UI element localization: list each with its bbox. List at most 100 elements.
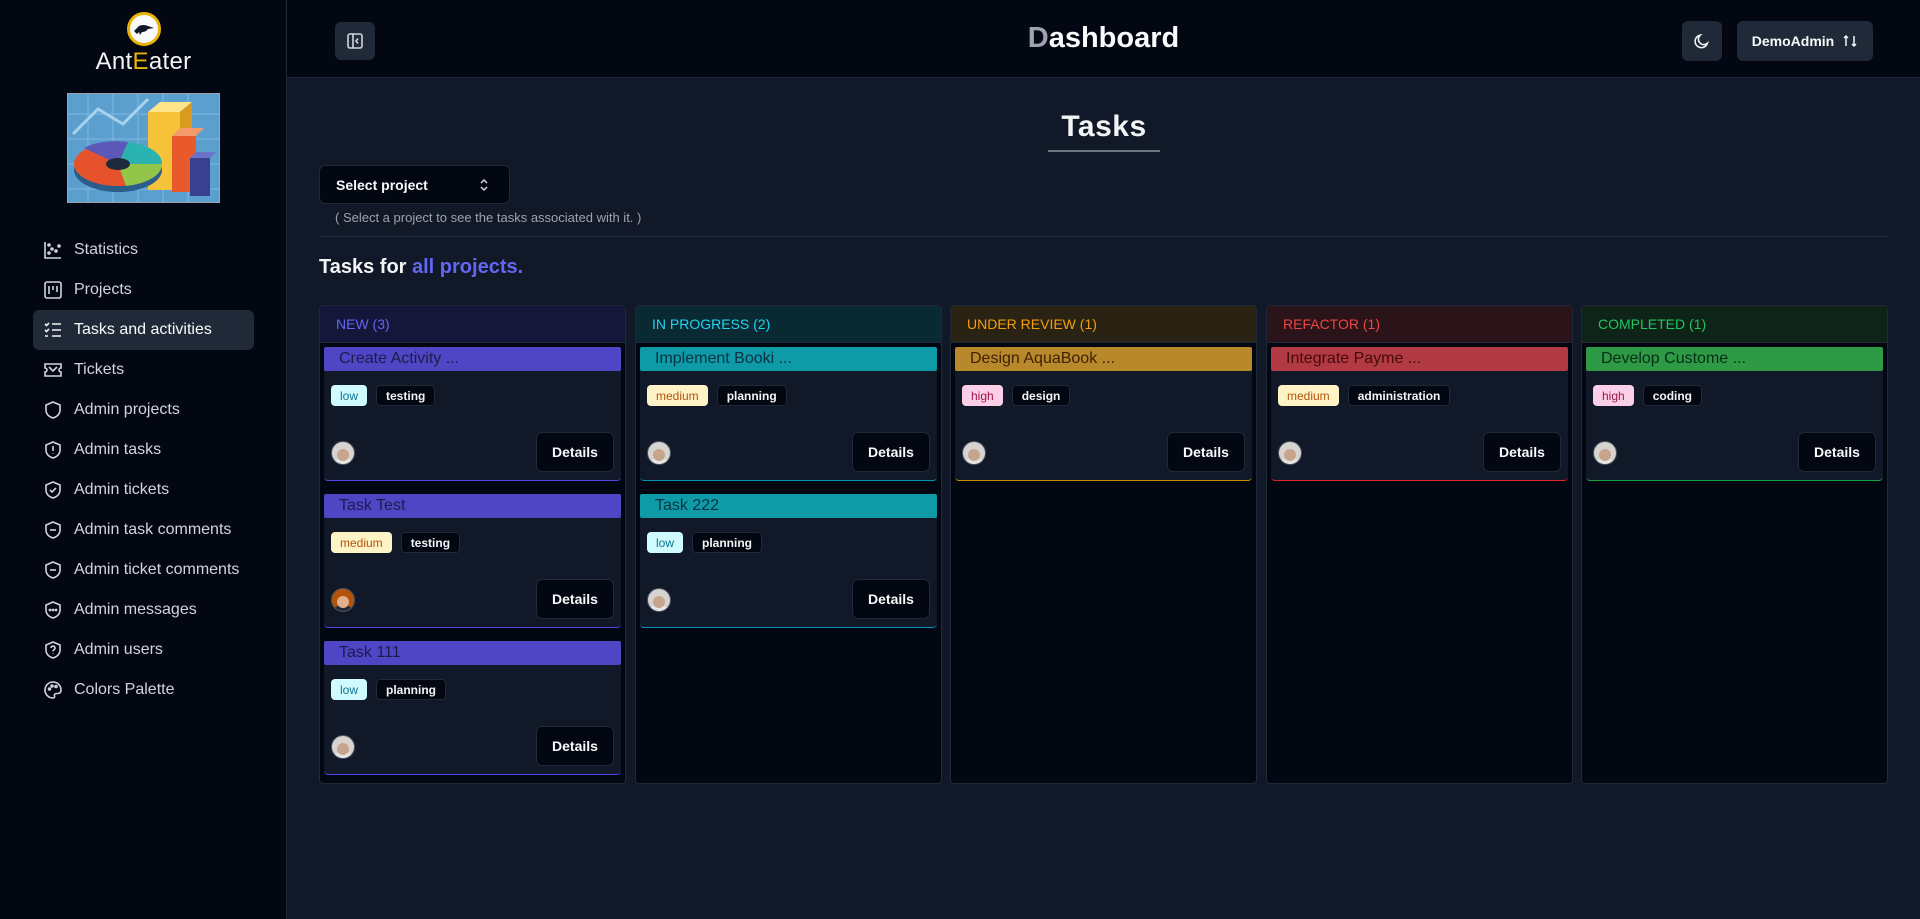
details-button[interactable]: Details xyxy=(536,726,614,766)
shield-check-icon xyxy=(43,480,63,500)
details-button[interactable]: Details xyxy=(1483,432,1561,472)
sidebar-item-label: Admin projects xyxy=(74,401,180,418)
details-button[interactable]: Details xyxy=(536,432,614,472)
select-hint: ( Select a project to see the tasks asso… xyxy=(335,210,642,225)
avatar[interactable] xyxy=(647,588,671,612)
task-card[interactable]: Implement Booki ... medium planning Details xyxy=(640,347,937,481)
tickets-icon xyxy=(43,360,63,380)
sidebar-item-admin-projects[interactable]: Admin projects xyxy=(33,390,254,430)
category-badge: planning xyxy=(376,679,447,700)
project-select[interactable]: Select project xyxy=(319,165,510,204)
task-tags: low testing xyxy=(331,385,436,406)
priority-badge: medium xyxy=(331,532,392,553)
column-header: COMPLETED (1) xyxy=(1582,306,1887,343)
avatar[interactable] xyxy=(331,441,355,465)
sidebar-item-admin-messages[interactable]: Admin messages xyxy=(33,590,254,630)
task-card[interactable]: Task Test medium testing Details xyxy=(324,494,621,628)
category-badge: planning xyxy=(692,532,763,553)
sidebar-item-label: Colors Palette xyxy=(74,681,175,698)
column-header: REFACTOR (1) xyxy=(1267,306,1572,343)
column-new: NEW (3) Create Activity ... low testing Deta… xyxy=(319,305,626,784)
sidebar-item-projects[interactable]: Projects xyxy=(33,270,254,310)
sidebar-item-tasks-and-activities[interactable]: Tasks and activities xyxy=(33,310,254,350)
details-button[interactable]: Details xyxy=(1798,432,1876,472)
top-header: Dashboard DemoAdmin xyxy=(287,0,1920,78)
task-card[interactable]: Integrate Payme ... medium administration D… xyxy=(1271,347,1568,481)
details-button[interactable]: Details xyxy=(852,432,930,472)
sidebar-item-label: Admin task comments xyxy=(74,521,232,538)
sidebar-item-label: Admin tasks xyxy=(74,441,162,458)
user-menu-button[interactable]: DemoAdmin xyxy=(1737,21,1873,61)
brand[interactable]: AntEater xyxy=(0,12,287,76)
task-tags: medium planning xyxy=(647,385,787,406)
sidebar-item-admin-tickets[interactable]: Admin tickets xyxy=(33,470,254,510)
details-button[interactable]: Details xyxy=(852,579,930,619)
task-tags: medium testing xyxy=(331,532,461,553)
column-header: UNDER REVIEW (1) xyxy=(951,306,1256,343)
column-under-review: UNDER REVIEW (1) Design AquaBook ... high d… xyxy=(950,305,1257,784)
category-badge: coding xyxy=(1642,385,1703,406)
sidebar-item-admin-tasks[interactable]: Admin tasks xyxy=(33,430,254,470)
task-title: Task 111 xyxy=(324,641,621,665)
avatar[interactable] xyxy=(1593,441,1617,465)
anteater-logo-icon xyxy=(126,12,161,46)
sidebar-item-colors-palette[interactable]: Colors Palette xyxy=(33,670,254,710)
task-title: Task Test xyxy=(324,494,621,518)
statistics-icon xyxy=(43,240,63,260)
dashboard-illustration xyxy=(67,93,220,203)
column-completed: COMPLETED (1) Develop Custome ... high codi… xyxy=(1581,305,1888,784)
category-badge: administration xyxy=(1347,385,1451,406)
task-card[interactable]: Design AquaBook ... high design Details xyxy=(955,347,1252,481)
sidebar-item-label: Projects xyxy=(74,281,132,298)
sidebar-item-label: Tickets xyxy=(74,361,125,378)
sidebar-item-admin-ticket-comments[interactable]: Admin ticket comments xyxy=(33,550,254,590)
avatar[interactable] xyxy=(331,588,355,612)
details-button[interactable]: Details xyxy=(536,579,614,619)
priority-badge: low xyxy=(331,385,368,406)
chevron-up-down-icon xyxy=(480,178,488,192)
projects-icon xyxy=(43,280,63,300)
task-tags: low planning xyxy=(331,679,447,700)
palette-icon xyxy=(43,680,63,700)
priority-badge: high xyxy=(1593,385,1634,406)
shield-alert-icon xyxy=(43,440,63,460)
details-button[interactable]: Details xyxy=(1167,432,1245,472)
all-projects-link[interactable]: all projects. xyxy=(412,256,523,278)
category-badge: testing xyxy=(376,385,436,406)
sidebar-item-label: Statistics xyxy=(74,241,139,258)
theme-toggle-button[interactable] xyxy=(1682,21,1722,61)
sidebar-item-label: Admin tickets xyxy=(74,481,170,498)
sidebar-item-label: Admin messages xyxy=(74,601,197,618)
task-tags: high coding xyxy=(1593,385,1703,406)
task-card[interactable]: Task 222 low planning Details xyxy=(640,494,937,628)
sidebar-item-admin-users[interactable]: Admin users xyxy=(33,630,254,670)
tasks-icon xyxy=(43,320,63,340)
task-title: Implement Booki ... xyxy=(640,347,937,371)
shield-minus-icon xyxy=(43,560,63,580)
sidebar-item-label: Admin ticket comments xyxy=(74,561,240,578)
category-badge: testing xyxy=(400,532,461,553)
sidebar-item-tickets[interactable]: Tickets xyxy=(33,350,254,390)
avatar[interactable] xyxy=(647,441,671,465)
tasks-heading: Tasks xyxy=(1048,110,1160,152)
avatar[interactable] xyxy=(331,735,355,759)
tasks-for-heading: Tasks for all projects. xyxy=(319,256,524,278)
shield-icon xyxy=(43,400,63,420)
avatar[interactable] xyxy=(1278,441,1302,465)
sidebar-item-statistics[interactable]: Statistics xyxy=(33,230,254,270)
task-card[interactable]: Task 111 low planning Details xyxy=(324,641,621,775)
task-title: Design AquaBook ... xyxy=(955,347,1252,371)
priority-badge: low xyxy=(331,679,368,700)
brand-name: AntEater xyxy=(95,48,192,75)
task-tags: low planning xyxy=(647,532,763,553)
task-title: Task 222 xyxy=(640,494,937,518)
avatar[interactable] xyxy=(962,441,986,465)
category-badge: design xyxy=(1011,385,1071,406)
task-card[interactable]: Develop Custome ... high coding Details xyxy=(1586,347,1883,481)
sidebar-item-admin-task-comments[interactable]: Admin task comments xyxy=(33,510,254,550)
shield-minus-icon xyxy=(43,520,63,540)
sidebar: AntEater Statistics Projects Tasks and a… xyxy=(0,0,287,919)
task-card[interactable]: Create Activity ... low testing Details xyxy=(324,347,621,481)
priority-badge: medium xyxy=(647,385,708,406)
task-tags: high design xyxy=(962,385,1071,406)
